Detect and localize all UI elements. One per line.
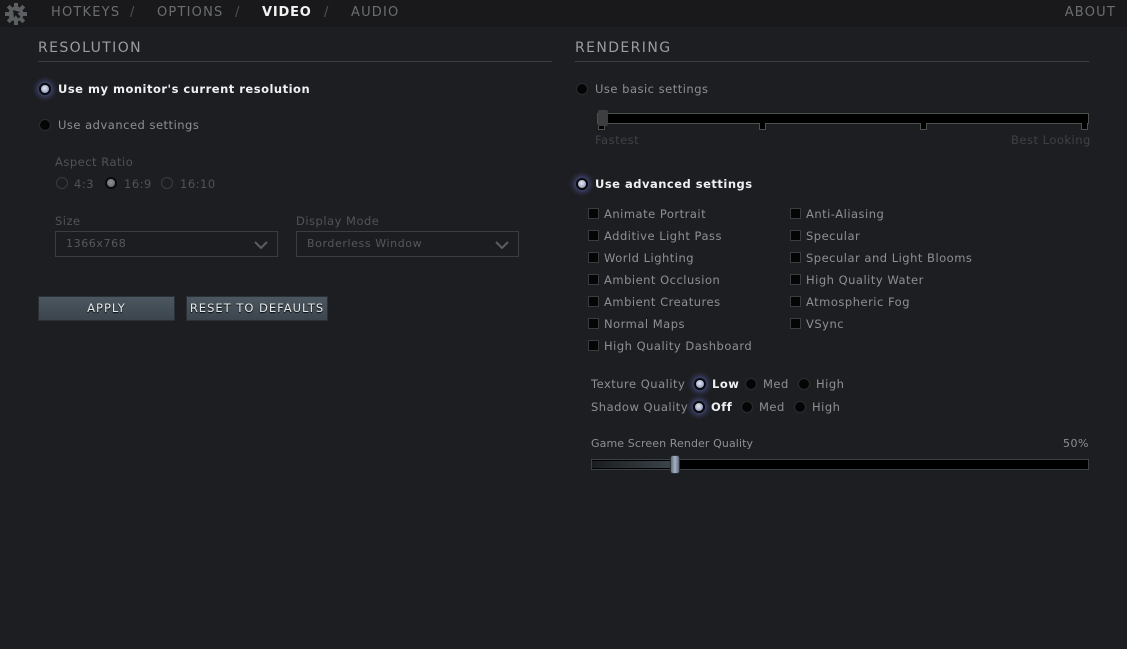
checkbox-icon[interactable] — [790, 274, 801, 285]
texture-quality-high-label[interactable]: High — [816, 377, 844, 391]
size-dropdown[interactable]: 1366x768 — [55, 231, 278, 257]
tab-options[interactable]: OPTIONS — [157, 5, 223, 20]
checkbox-label[interactable]: High Quality Water — [806, 273, 924, 287]
checkbox-label[interactable]: VSync — [806, 317, 844, 331]
radio-selected-icon[interactable] — [693, 401, 705, 413]
radio-unselected-icon[interactable] — [56, 177, 68, 189]
resolution-divider — [38, 61, 552, 62]
aspect-ratio-16-10-label[interactable]: 16:10 — [180, 177, 216, 191]
top-nav-bar: HOTKEYS / OPTIONS / VIDEO / AUDIO ABOUT — [0, 0, 1127, 27]
texture-quality-med-label[interactable]: Med — [763, 377, 789, 391]
checkbox-icon[interactable] — [790, 208, 801, 219]
resolution-title: RESOLUTION — [38, 40, 143, 56]
about-link[interactable]: ABOUT — [1065, 5, 1116, 20]
shadow-quality-label: Shadow Quality — [591, 400, 689, 414]
resolution-option-advanced-label[interactable]: Use advanced settings — [58, 118, 199, 132]
tab-hotkeys[interactable]: HOTKEYS — [51, 5, 120, 20]
checkbox-label[interactable]: Ambient Occlusion — [604, 273, 720, 287]
checkbox-label[interactable]: Animate Portrait — [604, 207, 706, 221]
display-mode-label: Display Mode — [296, 214, 380, 228]
apply-button[interactable]: APPLY — [38, 296, 175, 321]
aspect-ratio-4-3-label[interactable]: 4:3 — [74, 177, 94, 191]
rendering-option-advanced-label[interactable]: Use advanced settings — [595, 177, 753, 191]
radio-selected-icon[interactable] — [105, 177, 117, 189]
checkbox-label[interactable]: Normal Maps — [604, 317, 685, 331]
checkbox-icon[interactable] — [790, 252, 801, 263]
checkbox-icon[interactable] — [588, 208, 599, 219]
tab-video[interactable]: VIDEO — [262, 5, 312, 20]
size-label: Size — [55, 214, 81, 228]
texture-quality-label: Texture Quality — [591, 377, 686, 391]
basic-slider-max-label: Best Looking — [1011, 133, 1091, 147]
radio-unselected-icon[interactable] — [741, 401, 753, 413]
checkbox-icon[interactable] — [790, 230, 801, 241]
basic-slider-thumb[interactable] — [598, 110, 608, 126]
checkbox-label[interactable]: Atmospheric Fog — [806, 295, 910, 309]
basic-slider-min-label: Fastest — [595, 133, 640, 147]
shadow-quality-off-label[interactable]: Off — [711, 400, 732, 414]
checkbox-label[interactable]: Anti-Aliasing — [806, 207, 884, 221]
checkbox-label[interactable]: World Lighting — [604, 251, 694, 265]
radio-unselected-icon[interactable] — [798, 378, 810, 390]
tab-separator: / — [235, 5, 240, 20]
checkbox-icon[interactable] — [588, 340, 599, 351]
basic-slider-notch — [759, 123, 766, 130]
basic-slider-notch — [1081, 123, 1088, 130]
basic-slider-notch — [920, 123, 927, 130]
texture-quality-low-label[interactable]: Low — [712, 377, 739, 391]
checkbox-label[interactable]: Specular — [806, 229, 860, 243]
render-quality-slider[interactable] — [591, 455, 1089, 474]
resolution-option-monitor-label[interactable]: Use my monitor's current resolution — [58, 82, 310, 96]
rendering-divider — [575, 61, 1089, 62]
shadow-quality-med-label[interactable]: Med — [759, 400, 785, 414]
tab-separator: / — [130, 5, 135, 20]
gear-cursor-icon[interactable] — [4, 2, 28, 26]
checkbox-icon[interactable] — [588, 274, 599, 285]
radio-selected-icon[interactable] — [576, 178, 588, 190]
aspect-ratio-16-9-label[interactable]: 16:9 — [124, 177, 152, 191]
chevron-down-icon — [495, 241, 509, 250]
radio-selected-icon[interactable] — [39, 83, 51, 95]
tab-audio[interactable]: AUDIO — [351, 5, 400, 20]
render-quality-label: Game Screen Render Quality — [591, 437, 754, 450]
render-quality-value: 50% — [1063, 437, 1089, 450]
rendering-option-basic-label[interactable]: Use basic settings — [595, 82, 709, 96]
checkbox-icon[interactable] — [588, 252, 599, 263]
checkbox-label[interactable]: Additive Light Pass — [604, 229, 722, 243]
render-quality-thumb[interactable] — [670, 455, 680, 474]
aspect-ratio-label: Aspect Ratio — [55, 155, 134, 169]
checkbox-icon[interactable] — [790, 318, 801, 329]
chevron-down-icon — [254, 241, 268, 250]
checkbox-label[interactable]: High Quality Dashboard — [604, 339, 752, 353]
checkbox-icon[interactable] — [588, 230, 599, 241]
checkbox-icon[interactable] — [588, 296, 599, 307]
display-mode-dropdown[interactable]: Borderless Window — [296, 231, 519, 257]
radio-unselected-icon[interactable] — [745, 378, 757, 390]
radio-unselected-icon[interactable] — [161, 177, 173, 189]
render-quality-fill — [592, 461, 675, 468]
radio-selected-icon[interactable] — [694, 378, 706, 390]
basic-slider-track[interactable] — [597, 113, 1089, 124]
size-dropdown-value: 1366x768 — [66, 237, 127, 250]
tab-separator: / — [324, 5, 329, 20]
checkbox-icon[interactable] — [588, 318, 599, 329]
reset-to-defaults-button[interactable]: RESET TO DEFAULTS — [186, 296, 328, 321]
radio-unselected-icon[interactable] — [794, 401, 806, 413]
radio-unselected-icon[interactable] — [39, 119, 51, 131]
checkbox-label[interactable]: Ambient Creatures — [604, 295, 721, 309]
radio-unselected-icon[interactable] — [576, 83, 588, 95]
checkbox-icon[interactable] — [790, 296, 801, 307]
rendering-title: RENDERING — [575, 40, 672, 56]
checkbox-label[interactable]: Specular and Light Blooms — [806, 251, 972, 265]
shadow-quality-high-label[interactable]: High — [812, 400, 840, 414]
display-mode-dropdown-value: Borderless Window — [307, 237, 423, 250]
